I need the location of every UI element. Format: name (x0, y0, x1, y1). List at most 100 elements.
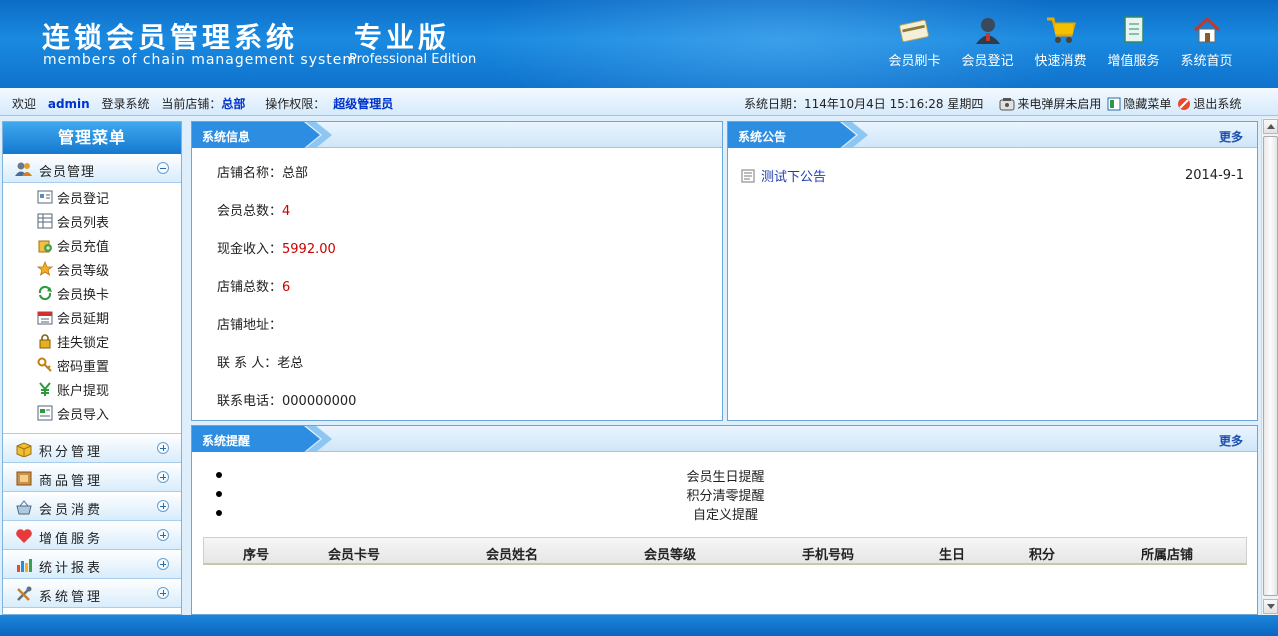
sidebar-item-member-recharge[interactable]: 会员充值 (3, 233, 181, 257)
expand-icon[interactable] (157, 558, 169, 570)
yuan-icon (37, 381, 53, 397)
call-popup-link[interactable]: 来电弹屏未启用 (999, 95, 1101, 112)
topnav-value-added[interactable]: 增值服务 (1097, 14, 1170, 69)
collapse-icon[interactable] (157, 162, 169, 174)
info-bar: 欢迎 admin 登录系统 当前店铺：总部 操作权限： 超级管理员 系统日期：11… (0, 88, 1278, 116)
reminder-item-points-clear[interactable]: 积分清零提醒 (192, 485, 1259, 504)
level-icon (37, 261, 53, 277)
sidebar-section-goods[interactable]: 商品管理 (3, 463, 181, 492)
register-icon (37, 189, 53, 205)
expand-icon[interactable] (157, 442, 169, 454)
sidebar-section-consume[interactable]: 会员消费 (3, 492, 181, 521)
expand-icon[interactable] (157, 587, 169, 599)
vertical-scrollbar[interactable] (1261, 118, 1278, 615)
system-info-panel: 系统信息 店铺名称：总部 会员总数：4 现金收入：5992.00 店铺总数：6 … (191, 121, 723, 421)
sidebar-item-label: 会员登记 (57, 191, 110, 207)
info-label: 店铺总数： (217, 280, 283, 295)
system-links: 系统日期：114年10月4日 15:16:28 星期四 来电弹屏未启用 隐藏菜单… (744, 95, 1241, 112)
reminder-label: 自定义提醒 (692, 508, 758, 523)
scroll-thumb[interactable] (1263, 136, 1278, 596)
sidebar-item-member-level[interactable]: 会员等级 (3, 257, 181, 281)
panel-title: 系统公告 (738, 130, 787, 144)
info-row-store-name: 店铺名称：总部 (217, 162, 308, 181)
reminder-list: 会员生日提醒 积分清零提醒 自定义提醒 (192, 466, 1259, 523)
sidebar-section-reports[interactable]: 统计报表 (3, 550, 181, 579)
bullet (216, 472, 222, 478)
sidebar-section-label: 会员消费 (39, 503, 104, 518)
current-user: admin (47, 97, 90, 111)
info-row-store-address: 店铺地址： (217, 314, 282, 333)
topnav-card-swipe[interactable]: 会员刷卡 (878, 14, 951, 69)
notice-item[interactable]: 测试下公告 (741, 166, 826, 185)
tools-icon (15, 586, 33, 602)
top-nav: 会员刷卡 会员登记 快速消费 增值服务 系统首页 (878, 14, 1243, 69)
notice-date: 2014-9-1 (1184, 168, 1244, 183)
info-row-store-count: 店铺总数：6 (217, 276, 290, 295)
panel-header: 系统提醒 更多 (192, 426, 1257, 452)
scroll-down-arrow-icon[interactable] (1263, 599, 1278, 614)
phone-icon (999, 97, 1015, 110)
sidebar-item-label: 会员等级 (57, 263, 110, 279)
sidebar-section-points[interactable]: 积分管理 (3, 434, 181, 463)
reminder-item-custom[interactable]: 自定义提醒 (192, 504, 1259, 523)
recharge-icon (37, 237, 53, 253)
welcome-text: 欢迎 (12, 97, 37, 111)
sidebar-item-member-list[interactable]: 会员列表 (3, 209, 181, 233)
logout-link[interactable]: 退出系统 (1177, 95, 1241, 112)
topnav-quick-consume[interactable]: 快速消费 (1024, 14, 1097, 69)
document-icon (1118, 14, 1150, 46)
reminder-more-link[interactable]: 更多 (1219, 432, 1243, 449)
sidebar-item-member-register[interactable]: 会员登记 (3, 185, 181, 209)
notice-more-link[interactable]: 更多 (1219, 128, 1243, 145)
info-value: 000000000 (282, 394, 357, 409)
swap-icon (37, 285, 53, 301)
topnav-label: 系统首页 (1180, 54, 1233, 69)
list-icon (37, 213, 53, 229)
panel-header: 系统信息 (192, 122, 722, 148)
info-row-phone: 联系电话：000000000 (217, 390, 356, 409)
hide-menu-link[interactable]: 隐藏菜单 (1107, 95, 1171, 112)
system-notice-panel: 系统公告 更多 测试下公告 2014-9-1 (727, 121, 1258, 421)
sidebar-item-member-import[interactable]: 会员导入 (3, 401, 181, 425)
topnav-member-register[interactable]: 会员登记 (951, 14, 1024, 69)
login-info: 欢迎 admin 登录系统 当前店铺：总部 操作权限： 超级管理员 (12, 95, 393, 112)
expand-icon[interactable] (157, 500, 169, 512)
sidebar-section-member[interactable]: 会员管理 (3, 154, 181, 183)
current-permission: 超级管理员 (333, 97, 394, 111)
reminder-table-header: 序号 会员卡号 会员姓名 会员等级 手机号码 生日 积分 所属店铺 (203, 537, 1247, 565)
key-icon (37, 357, 53, 373)
app-header: 连锁会员管理系统 专业版 members of chain management… (0, 0, 1278, 88)
column-header: 会员等级 (643, 548, 697, 563)
panel-title: 系统信息 (202, 130, 251, 144)
sidebar-item-password-reset[interactable]: 密码重置 (3, 353, 181, 377)
sidebar-item-member-extend[interactable]: 会员延期 (3, 305, 181, 329)
card-icon (898, 14, 931, 46)
topnav-label: 会员登记 (961, 54, 1014, 69)
logout-label: 退出系统 (1193, 97, 1242, 111)
info-label: 店铺地址： (217, 318, 283, 333)
hide-menu-icon (1107, 97, 1121, 110)
notice-doc-icon (741, 169, 755, 182)
sidebar-item-withdraw[interactable]: 账户提现 (3, 377, 181, 401)
topnav-label: 会员刷卡 (888, 54, 941, 69)
info-label: 联系电话： (217, 394, 283, 409)
info-value: 5992.00 (282, 242, 336, 257)
app-edition: 专业版 (354, 21, 451, 54)
column-header: 会员卡号 (327, 548, 381, 563)
user-icon (972, 14, 1004, 46)
hide-menu-label: 隐藏菜单 (1123, 97, 1172, 111)
column-header: 会员姓名 (485, 548, 539, 563)
expand-icon[interactable] (157, 529, 169, 541)
scroll-up-arrow-icon[interactable] (1263, 119, 1278, 134)
sidebar-item-member-swap-card[interactable]: 会员换卡 (3, 281, 181, 305)
sidebar-section-system[interactable]: 系统管理 (3, 579, 181, 608)
sidebar-section-label: 会员管理 (39, 165, 96, 180)
sidebar-item-label: 会员换卡 (57, 287, 110, 303)
sidebar-item-lock[interactable]: 挂失锁定 (3, 329, 181, 353)
reminder-item-birthday[interactable]: 会员生日提醒 (192, 466, 1259, 485)
expand-icon[interactable] (157, 471, 169, 483)
topnav-home[interactable]: 系统首页 (1170, 14, 1243, 69)
sidebar-section-label: 系统管理 (39, 590, 104, 605)
app-subtitle: members of chain management system (43, 52, 358, 68)
sidebar-section-value-added[interactable]: 增值服务 (3, 521, 181, 550)
